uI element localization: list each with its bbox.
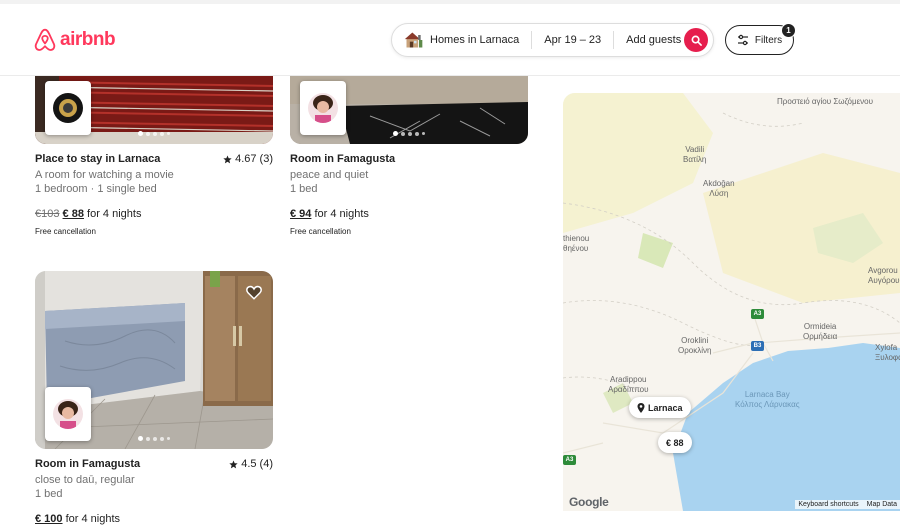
listing-rating: 4.5 (4) (229, 458, 273, 470)
avatar (53, 93, 83, 123)
search-bar[interactable]: Homes in Larnaca Apr 19 – 23 Add guests (391, 23, 714, 57)
listing-rating: 4.67 (3) (223, 153, 273, 165)
price-pin-label: € 88 (666, 437, 684, 448)
listing-description: A room for watching a movie (35, 169, 174, 181)
search-button[interactable] (684, 28, 708, 52)
listing-photo[interactable] (290, 76, 528, 144)
map-price-pin[interactable]: € 88 (658, 432, 692, 453)
filters-count-badge: 1 (781, 23, 796, 38)
current-price: € 100 (35, 513, 63, 525)
map-base (563, 93, 900, 511)
search-divider (531, 31, 533, 49)
listing-details: 1 bed (35, 488, 63, 500)
listing-card[interactable]: Room in Famagusta 4.5 (4) close to daū, … (35, 271, 273, 525)
location-pin-label: Larnaca (648, 402, 683, 413)
photo-dots[interactable] (138, 131, 170, 136)
listing-title: Room in Famagusta (35, 458, 141, 470)
listing-card[interactable]: Place to stay in Larnaca 4.67 (3) A room… (35, 76, 273, 236)
star-icon (229, 459, 238, 468)
price-period: for 4 nights (65, 513, 121, 525)
listing-photo[interactable] (35, 271, 273, 449)
filters-label: Filters (754, 34, 783, 46)
listing-price[interactable]: € 100 for 4 nights (35, 513, 273, 525)
map-place-label: Προστειό αγίου Σωζόμενου (777, 97, 873, 106)
house-icon (404, 32, 423, 48)
search-guests[interactable]: Add guests (626, 34, 681, 46)
listing-photo[interactable] (35, 76, 273, 144)
listing-details: 1 bedroom · 1 single bed (35, 183, 157, 195)
airbnb-logo[interactable]: airbnb (34, 28, 116, 52)
map-place-label: thienou θηένου (563, 234, 590, 253)
keyboard-shortcuts-link[interactable]: Keyboard shortcuts (798, 501, 858, 508)
airbnb-logo-icon (34, 28, 56, 51)
map-location-pin[interactable]: Larnaca (629, 397, 691, 418)
listing-card[interactable]: Room in Famagusta peace and quiet 1 bed … (290, 76, 528, 236)
map-place-label: Avgorou Αυγόρου (868, 266, 900, 285)
map-bay-label: Larnaca Bay Κόλπος Λάρνακας (735, 390, 800, 409)
avatar (53, 399, 83, 429)
search-location[interactable]: Homes in Larnaca (430, 34, 519, 46)
price-period: for 4 nights (87, 208, 142, 220)
map-place-label: Aradippou Αραδίππου (608, 375, 649, 394)
cancellation-note: Free cancellation (290, 227, 351, 236)
top-header: airbnb Homes in Larnaca Apr 19 – 23 Add … (0, 0, 900, 76)
photo-dots[interactable] (393, 131, 425, 136)
original-price: €103 (35, 208, 60, 220)
search-icon (691, 35, 702, 46)
google-logo: Google (569, 495, 609, 509)
host-avatar (45, 387, 91, 441)
map-data-link[interactable]: Map Data (867, 501, 897, 508)
host-avatar (45, 81, 91, 135)
map-place-label: Akdoğan Λύση (703, 179, 735, 198)
search-dates[interactable]: Apr 19 – 23 (544, 34, 601, 46)
avatar (308, 93, 338, 123)
road-shield-b3: B3 (751, 341, 764, 351)
listing-description: close to daū, regular (35, 474, 135, 486)
host-avatar (300, 81, 346, 135)
road-shield-a3: A3 (751, 309, 764, 319)
star-icon (223, 154, 232, 163)
listing-price[interactable]: €103 € 88 for 4 nights (35, 208, 273, 220)
logo-text: airbnb (60, 29, 116, 50)
map-footer: Keyboard shortcuts Map Data (795, 500, 900, 509)
map-panel[interactable]: Προστειό αγίου Σωζόμενου Vadili Βατίλη A… (563, 93, 900, 511)
listing-price[interactable]: € 94 for 4 nights (290, 208, 528, 220)
listing-title: Room in Famagusta (290, 153, 396, 165)
photo-dots[interactable] (138, 436, 170, 441)
map-place-label: Xylofa Ξυλοφά (875, 343, 900, 362)
map-place-label: Vadili Βατίλη (683, 145, 707, 164)
listing-title: Place to stay in Larnaca (35, 153, 161, 165)
location-pin-icon (637, 402, 645, 413)
sliders-icon (737, 34, 748, 46)
listing-details: 1 bed (290, 183, 318, 195)
header-top-strip (0, 0, 900, 4)
rating-value: 4.67 (3) (235, 153, 273, 165)
heart-icon[interactable] (245, 283, 263, 301)
current-price: € 88 (62, 208, 84, 220)
road-shield-a3: A3 (563, 455, 576, 465)
rating-value: 4.5 (4) (241, 458, 273, 470)
map-place-label: Oroklini Οροκλίνη (678, 336, 712, 355)
search-divider (613, 31, 615, 49)
listing-description: peace and quiet (290, 169, 369, 181)
current-price: € 94 (290, 208, 312, 220)
map-place-label: Ormideia Ορμήδεια (803, 322, 838, 341)
cancellation-note: Free cancellation (35, 227, 96, 236)
price-period: for 4 nights (314, 208, 369, 220)
